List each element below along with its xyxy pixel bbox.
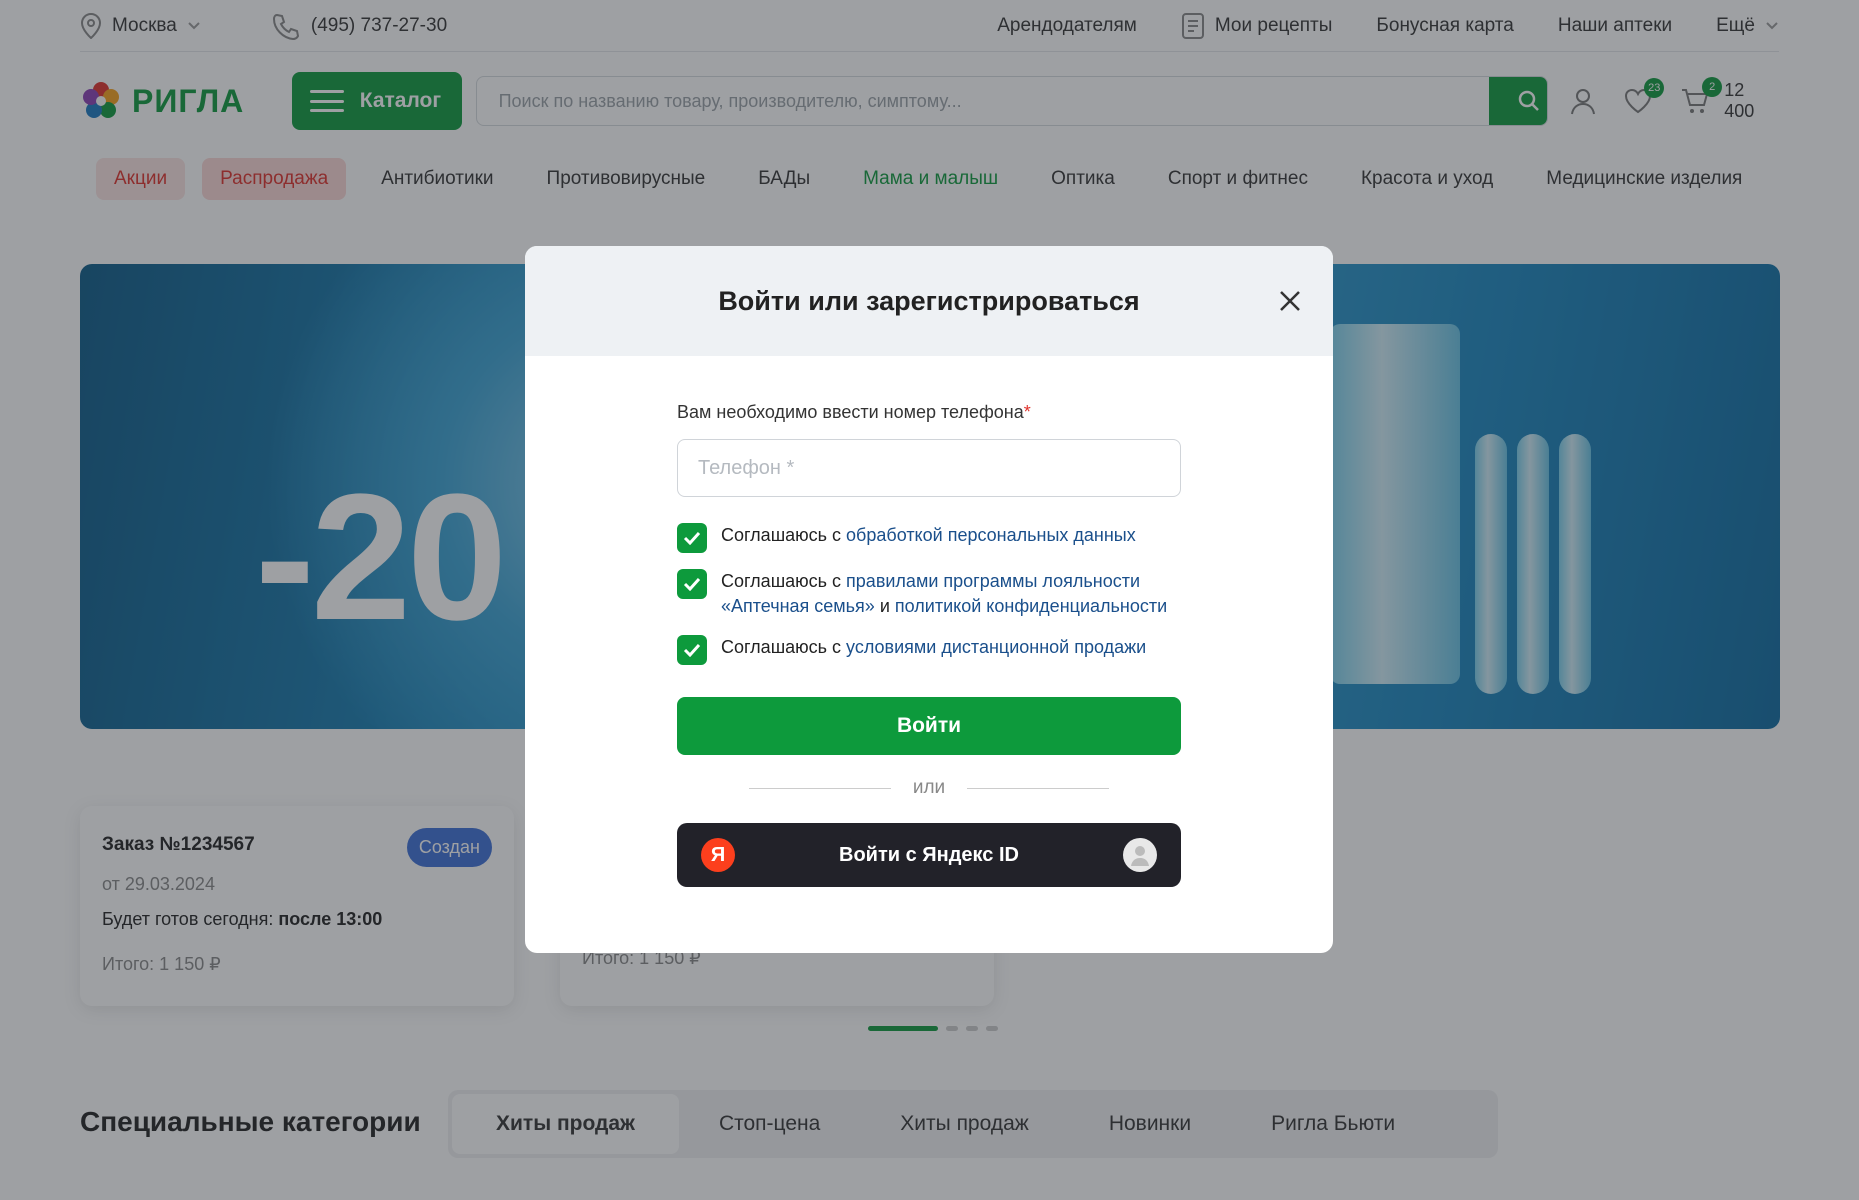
phone-label-text: Вам необходимо ввести номер телефона	[677, 402, 1024, 422]
checkbox-checked-icon[interactable]	[677, 635, 707, 665]
agree-prefix: Соглашаюсь с	[721, 637, 842, 657]
modal-body: Вам необходимо ввести номер телефона* Те…	[525, 402, 1333, 887]
agree-prefix: Соглашаюсь с	[721, 525, 842, 545]
phone-field[interactable]: Телефон *	[677, 439, 1181, 497]
yandex-logo-icon: Я	[701, 838, 735, 872]
remote-sale-link[interactable]: условиями дистанционной продажи	[846, 637, 1146, 657]
yandex-id-button[interactable]: Я Войти с Яндекс ID	[677, 823, 1181, 887]
consent-text: Соглашаюсь с условиями дистанционной про…	[721, 635, 1146, 665]
required-mark: *	[1023, 402, 1031, 422]
or-divider: или	[677, 777, 1181, 799]
agree-prefix: Соглашаюсь с	[721, 571, 842, 591]
consent-loyalty: Соглашаюсь с правилами программы лояльно…	[677, 569, 1181, 619]
personal-data-link[interactable]: обработкой персональных данных	[846, 525, 1136, 545]
consent-remote-sale: Соглашаюсь с условиями дистанционной про…	[677, 635, 1181, 665]
checkbox-checked-icon[interactable]	[677, 569, 707, 599]
and-text: и	[879, 596, 890, 616]
login-button[interactable]: Войти	[677, 697, 1181, 755]
divider-line	[967, 787, 1110, 789]
close-icon[interactable]	[1275, 286, 1305, 316]
consent-text: Соглашаюсь с правилами программы лояльно…	[721, 569, 1181, 619]
phone-label: Вам необходимо ввести номер телефона*	[677, 402, 1181, 423]
page: Москва (495) 737-27-30 Арендодателям Мои…	[0, 0, 1859, 1200]
modal-title: Войти или зарегистрироваться	[718, 285, 1140, 316]
avatar-icon	[1123, 838, 1157, 872]
modal-header: Войти или зарегистрироваться	[525, 246, 1333, 356]
privacy-policy-link[interactable]: политикой конфиденциальности	[895, 596, 1167, 616]
phone-placeholder: Телефон *	[698, 456, 795, 479]
divider-line	[748, 787, 891, 789]
yandex-label: Войти с Яндекс ID	[839, 843, 1019, 866]
login-modal: Войти или зарегистрироваться Вам необход…	[525, 246, 1333, 953]
checkbox-checked-icon[interactable]	[677, 523, 707, 553]
consent-text: Соглашаюсь с обработкой персональных дан…	[721, 523, 1136, 553]
consent-personal-data: Соглашаюсь с обработкой персональных дан…	[677, 523, 1181, 553]
or-label: или	[912, 777, 946, 798]
